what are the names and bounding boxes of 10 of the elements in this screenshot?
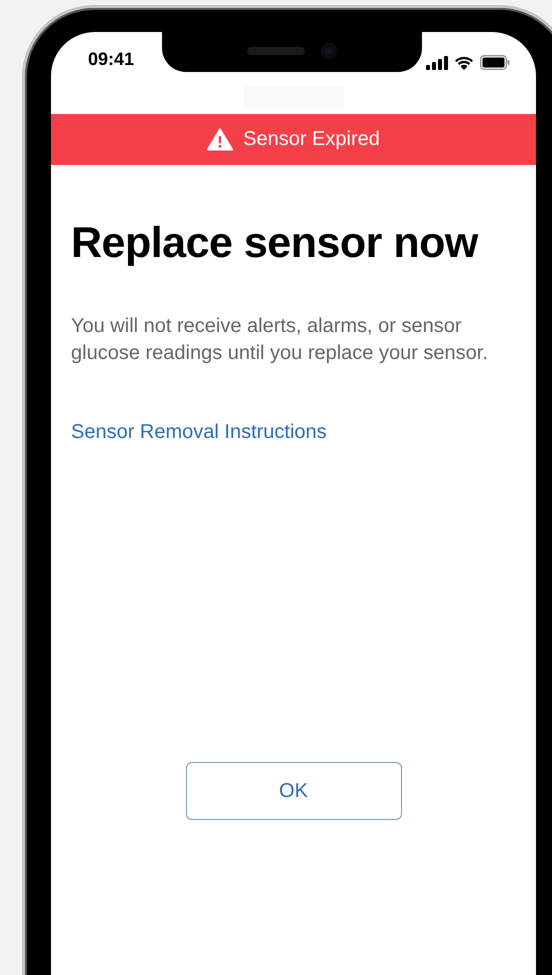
battery-icon xyxy=(480,55,510,70)
warning-icon xyxy=(207,128,234,151)
banner-text: Sensor Expired xyxy=(243,128,380,151)
signal-icon xyxy=(426,56,448,70)
screen-title: Replace sensor now xyxy=(71,218,480,269)
wifi-icon xyxy=(454,55,474,70)
status-time: 09:41 xyxy=(88,49,134,70)
ok-button[interactable]: OK xyxy=(186,762,402,820)
message-text: You will not receive alerts, alarms, or sensor glucose readings until you replace your sensor. xyxy=(71,314,489,366)
instructions-link[interactable]: Sensor Removal Instructions xyxy=(71,421,327,444)
